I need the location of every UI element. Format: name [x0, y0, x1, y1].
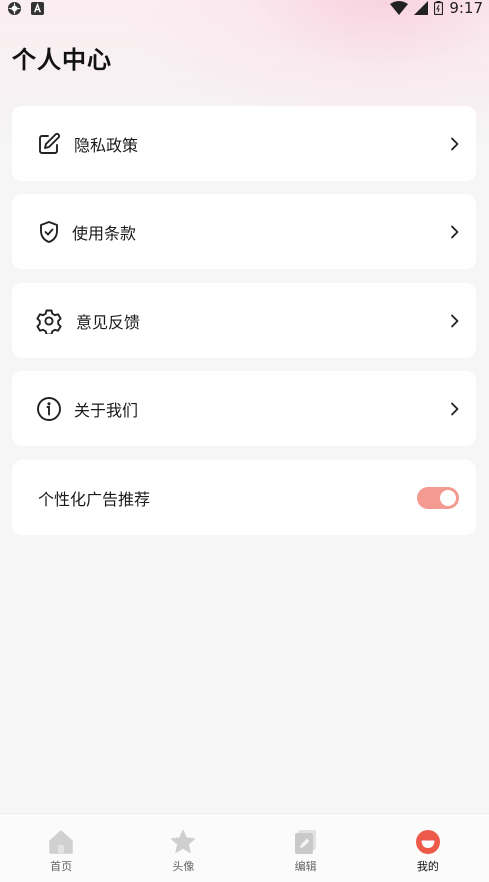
info-icon — [36, 396, 62, 422]
chevron-right-icon — [448, 402, 462, 416]
tab-home[interactable]: 首页 — [0, 814, 122, 882]
tab-label: 编辑 — [294, 860, 317, 873]
tab-label: 首页 — [50, 860, 73, 873]
gear-icon — [36, 308, 62, 334]
tab-avatar[interactable]: 头像 — [122, 814, 244, 882]
star-icon — [170, 829, 196, 855]
bottom-tab-bar: 首页 头像 编辑 我的 — [0, 813, 489, 882]
chevron-right-icon — [448, 137, 462, 151]
home-icon — [48, 829, 74, 855]
signal-icon — [414, 1, 429, 15]
tab-label: 头像 — [172, 860, 195, 873]
font-a-icon — [31, 1, 44, 15]
tab-mine[interactable]: 我的 — [367, 814, 489, 882]
menu-item-feedback[interactable]: 意见反馈 — [12, 283, 476, 358]
tab-label: 我的 — [416, 860, 439, 873]
status-time: 9:17 — [449, 0, 483, 17]
wifi-icon — [390, 1, 409, 15]
personalized-ads-label: 个性化广告推荐 — [38, 489, 151, 509]
menu-item-privacy-policy[interactable]: 隐私政策 — [12, 106, 476, 181]
shield-check-icon — [36, 219, 62, 245]
menu-item-label: 意见反馈 — [76, 312, 141, 332]
toggle-knob — [440, 489, 456, 506]
tab-edit[interactable]: 编辑 — [245, 814, 367, 882]
menu-item-about-us[interactable]: 关于我们 — [12, 371, 476, 446]
chevron-right-icon — [448, 225, 462, 239]
edit-icon — [36, 131, 62, 157]
personalized-ads-toggle[interactable] — [417, 486, 459, 509]
menu-item-terms-of-use[interactable]: 使用条款 — [12, 194, 476, 269]
edit-doc-icon — [293, 829, 319, 855]
personalized-ads-row: 个性化广告推荐 — [12, 460, 476, 535]
profile-face-icon — [415, 829, 441, 855]
battery-icon — [434, 1, 444, 15]
menu-item-label: 关于我们 — [74, 400, 139, 420]
menu-item-label: 使用条款 — [72, 223, 137, 243]
page-title: 个人中心 — [12, 46, 112, 74]
menu-item-label: 隐私政策 — [74, 135, 139, 155]
chevron-right-icon — [448, 314, 462, 328]
settings-app-icon — [7, 1, 22, 16]
status-bar: 9:17 — [0, 0, 489, 17]
